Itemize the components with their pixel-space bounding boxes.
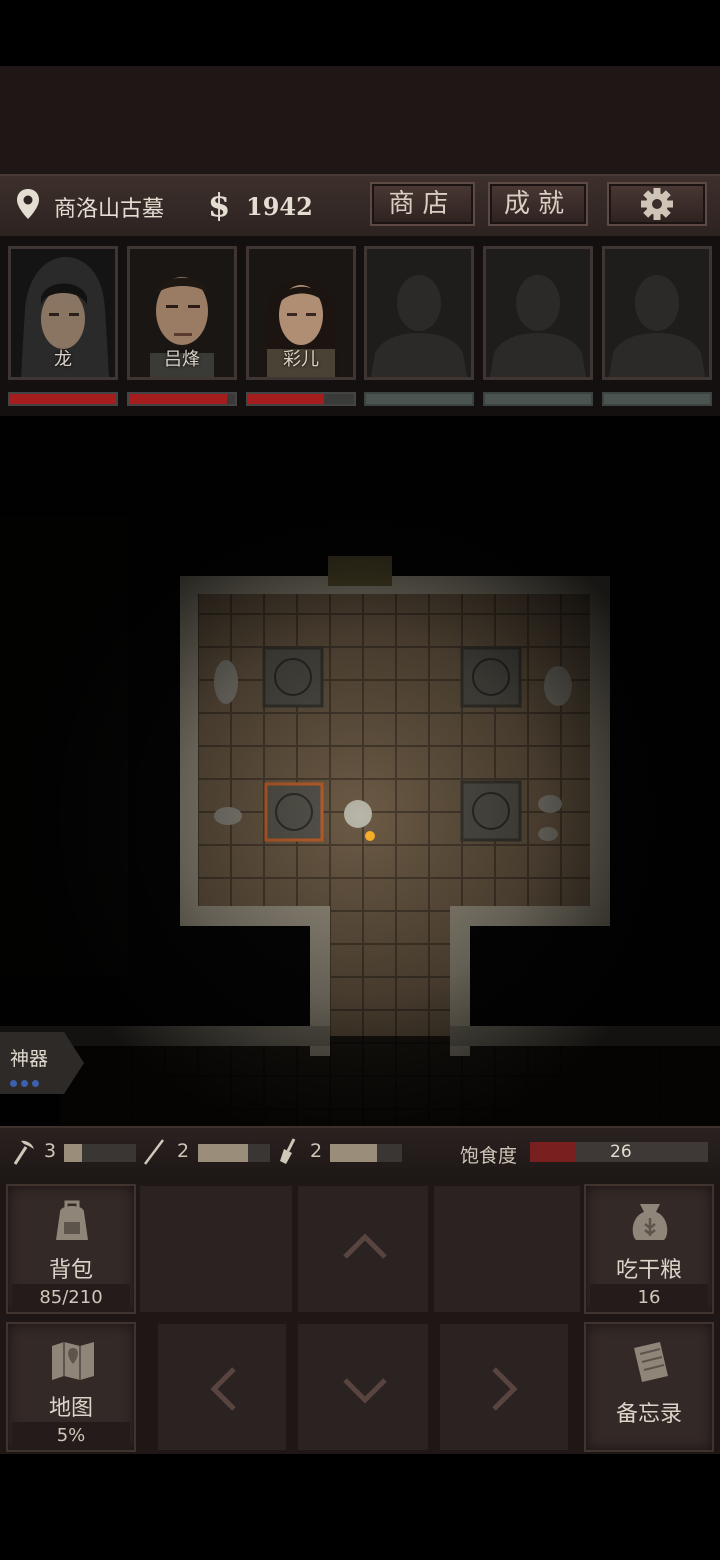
gear-icon [641, 188, 673, 220]
party-slot-empty [483, 246, 593, 380]
money-icon: $ [208, 186, 231, 224]
chevron-up-icon [343, 1233, 387, 1259]
chevron-left-icon [210, 1367, 236, 1411]
silhouette-icon [486, 249, 590, 377]
ration-sack-icon [632, 1204, 668, 1240]
health-bar-empty [364, 392, 474, 406]
health-bar [246, 392, 356, 406]
navigation-bar-area [0, 1454, 720, 1560]
notebook-icon [634, 1342, 668, 1382]
health-bar [8, 392, 118, 406]
artifact-label: 神器 [10, 1048, 49, 1070]
map-label: 地图 [48, 1396, 93, 1421]
move-down-button[interactable] [296, 1322, 430, 1452]
backpack-button[interactable]: 背包 85/210 [6, 1184, 136, 1314]
staff-durability [198, 1144, 270, 1162]
move-up-button[interactable] [296, 1184, 430, 1314]
staff-icon [144, 1139, 164, 1165]
party-member-name: 龙 [54, 349, 72, 370]
party-slot-empty [602, 246, 712, 380]
charge-dot [10, 1080, 17, 1087]
rations-count: 16 [590, 1284, 708, 1312]
silhouette-icon [605, 249, 709, 377]
party-member-1[interactable]: 龙 [8, 246, 118, 380]
status-bar-area [0, 0, 720, 66]
charge-dot [21, 1080, 28, 1087]
map-button[interactable]: 地图 5% [6, 1322, 136, 1452]
staff-count: 2 [177, 1140, 190, 1162]
settings-button[interactable] [607, 182, 707, 226]
health-bar-empty [602, 392, 712, 406]
eat-rations-label: 吃干粮 [615, 1258, 682, 1283]
shovel-count: 2 [310, 1140, 323, 1162]
location-name: 商洛山古墓 [54, 197, 165, 222]
map-icon [52, 1342, 94, 1380]
artifact-charges [10, 1072, 43, 1091]
pickaxe-count: 3 [44, 1140, 57, 1162]
dungeon-map[interactable] [0, 416, 720, 1126]
dungeon-scene [0, 416, 720, 1126]
charge-dot [32, 1080, 39, 1087]
health-bar-empty [483, 392, 593, 406]
dpad-blank [432, 1184, 582, 1314]
party-member-3[interactable]: 彩儿 [246, 246, 356, 380]
backpack-capacity: 85/210 [12, 1284, 130, 1312]
pickaxe-durability [64, 1144, 136, 1162]
party-member-2[interactable]: 吕烽 [127, 246, 237, 380]
chevron-down-icon [343, 1378, 387, 1404]
money-value: 1942 [246, 192, 313, 221]
satiety-value: 26 [610, 1142, 632, 1162]
pickaxe-icon [13, 1140, 34, 1165]
shop-button[interactable]: 商店 [370, 182, 475, 226]
dpad-blank [138, 1184, 294, 1314]
map-progress: 5% [12, 1422, 130, 1450]
shovel-icon [280, 1138, 296, 1164]
silhouette-icon [367, 249, 471, 377]
memo-label: 备忘录 [615, 1402, 682, 1427]
party-slot-empty [364, 246, 474, 380]
move-left-button[interactable] [156, 1322, 288, 1452]
shovel-durability [330, 1144, 402, 1162]
satiety-label: 饱食度 [460, 1145, 518, 1167]
backpack-icon [56, 1200, 88, 1240]
achievements-button[interactable]: 成就 [488, 182, 588, 226]
location-pin-icon [17, 189, 39, 219]
eat-rations-button[interactable]: 吃干粮 16 [584, 1184, 714, 1314]
health-bar [127, 392, 237, 406]
backpack-label: 背包 [48, 1258, 93, 1283]
party-member-name: 吕烽 [164, 349, 200, 370]
party-member-name: 彩儿 [283, 349, 319, 370]
move-right-button[interactable] [438, 1322, 570, 1452]
top-spacer [0, 66, 720, 174]
memo-button[interactable]: 备忘录 [584, 1322, 714, 1452]
chevron-right-icon [492, 1367, 518, 1411]
